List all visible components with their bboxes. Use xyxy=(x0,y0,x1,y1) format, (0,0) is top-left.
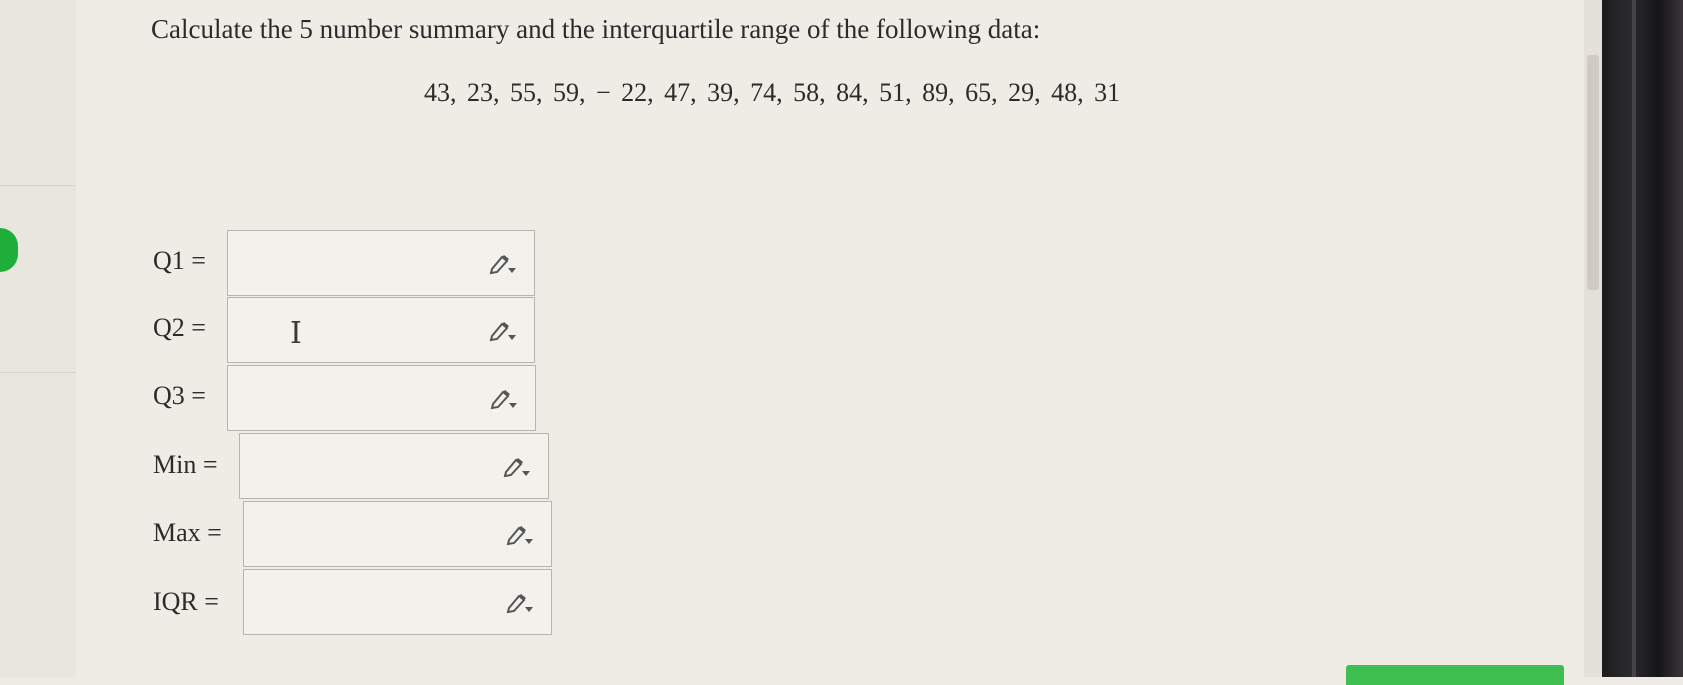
data-values: 43, 23, 55, 59, − 22, 47, 39, 74, 58, 84… xyxy=(424,78,1121,107)
left-margin-strip xyxy=(0,0,77,677)
iqr-input[interactable] xyxy=(243,569,552,635)
min-input[interactable] xyxy=(239,433,549,499)
label-max: Max = xyxy=(153,518,222,547)
pencil-icon[interactable] xyxy=(505,524,535,546)
question-prompt: Calculate the 5 number summary and the i… xyxy=(151,14,1041,44)
submit-button[interactable] xyxy=(1346,665,1564,685)
max-input[interactable] xyxy=(243,501,552,567)
q1-input[interactable] xyxy=(227,230,535,296)
pencil-icon[interactable] xyxy=(488,253,518,275)
label-q3: Q3 = xyxy=(153,381,206,410)
q2-input[interactable]: I xyxy=(227,297,535,363)
pencil-icon[interactable] xyxy=(488,320,518,342)
label-min: Min = xyxy=(153,450,218,479)
label-q2: Q2 = xyxy=(153,313,206,342)
left-divider xyxy=(0,372,76,373)
pencil-icon[interactable] xyxy=(489,388,519,410)
bezel-edge xyxy=(1632,0,1636,677)
pencil-icon[interactable] xyxy=(505,592,535,614)
pencil-icon[interactable] xyxy=(502,456,532,478)
text-cursor-icon: I xyxy=(290,316,302,351)
screen-bezel xyxy=(1602,0,1683,677)
label-iqr: IQR = xyxy=(153,587,219,616)
q3-input[interactable] xyxy=(227,365,536,431)
scrollbar-thumb[interactable] xyxy=(1587,55,1599,290)
label-q1: Q1 = xyxy=(153,246,206,275)
left-divider xyxy=(0,185,76,186)
